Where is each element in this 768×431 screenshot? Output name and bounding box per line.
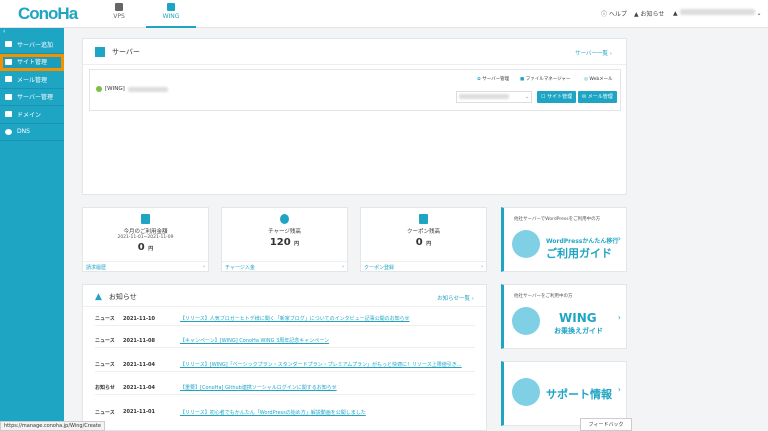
news-item: ニュース 2021-11-08 【キャンペーン】[WING] ConoHa WING… xyxy=(95,334,475,348)
server-list-link[interactable]: サーバー一覧 › xyxy=(575,49,612,57)
coupon-link[interactable]: クーポン登録 › xyxy=(361,261,486,271)
usage-card: 今月のご利用金額 2021-11-01~2021-11-09 0 円 請求履歴 › xyxy=(82,207,209,272)
dollar-icon xyxy=(280,214,289,224)
invoice-icon xyxy=(141,214,150,224)
server-title: サーバー xyxy=(95,47,140,57)
status-bar-url: https://manage.conoha.jp/Wing/Create xyxy=(0,421,105,431)
tab-wing[interactable]: WING xyxy=(146,2,196,28)
sidebar-item-add-server[interactable]: サーバー追加 xyxy=(0,36,64,54)
webmail-link[interactable]: ◎ Webメール xyxy=(584,76,613,82)
billing-history-link[interactable]: 請求履歴 › xyxy=(83,261,208,271)
server-icon xyxy=(5,93,12,100)
server-icon xyxy=(95,47,105,57)
tab-vps[interactable]: VPS xyxy=(94,2,144,20)
sidebar-item-server[interactable]: サーバー管理 xyxy=(0,89,64,106)
chevron-down-icon: ⌄ xyxy=(524,94,529,100)
server-name[interactable]: [WING] xyxy=(96,86,168,92)
conoha-logo[interactable]: ConoHa xyxy=(18,4,78,24)
server-settings-link[interactable]: ✿ サーバー管理 xyxy=(477,76,509,82)
notifications-link[interactable]: ▲ お知らせ xyxy=(634,9,664,18)
news-list-link[interactable]: お知らせ一覧 › xyxy=(437,294,474,302)
news-panel: ▲ お知らせ お知らせ一覧 › ニュース 2021-11-10 【リリース】人気ブロガ… xyxy=(82,284,487,431)
chevron-right-icon: › xyxy=(617,234,621,243)
gear-icon: ✿ xyxy=(477,77,481,82)
account-menu[interactable]: ▲ ⌄ xyxy=(673,9,761,17)
sidebar-item-domain[interactable]: ドメイン xyxy=(0,106,64,124)
sidebar-item-dns[interactable]: DNS xyxy=(0,124,64,141)
news-item: ニュース 2021-11-01 【リリース】初心者でもかんたん「WordPressの… xyxy=(95,409,366,416)
wing-switch-banner[interactable]: 他社サーバーをご利用中の方 WING お乗換えガイド › xyxy=(501,284,627,349)
wordpress-icon xyxy=(512,230,540,258)
domain-select[interactable]: ⌄ xyxy=(456,91,532,103)
news-item: ニュース 2021-11-10 【リリース】人気ブロガーヒトデ様に聞く「新家ブログ」… xyxy=(95,312,475,326)
mail-management-button[interactable]: ✉ メール管理 xyxy=(578,91,617,103)
window-icon xyxy=(5,58,12,65)
support-banner[interactable]: サポート情報 › xyxy=(501,361,627,426)
chevron-right-icon: › xyxy=(617,385,621,394)
header: ConoHa VPS WING ⓘ ヘルプ ▲ お知らせ ▲ ⌄ xyxy=(0,0,768,28)
charge-card: チャージ残高 120 円 チャージ入金 › xyxy=(221,207,348,272)
truck-icon xyxy=(512,307,540,335)
folder-icon: ■ xyxy=(520,77,525,82)
feedback-button[interactable]: フィードバック xyxy=(580,418,632,431)
mail-icon xyxy=(5,76,12,83)
server-card: [WING] ✿ サーバー管理 ■ ファイルマネージャー ◎ Webメール ⌄ … xyxy=(89,69,621,111)
server-panel: サーバー サーバー一覧 › [WING] ✿ サーバー管理 ■ ファイルマネージ… xyxy=(82,38,627,195)
news-item: ニュース 2021-11-04 【リリース】[WING]「ベーシックプラン・スタンダ… xyxy=(95,358,475,372)
coupon-card: クーポン残高 0 円 クーポン登録 › xyxy=(360,207,487,272)
vps-icon xyxy=(115,3,123,11)
sidebar-item-mail[interactable]: メール管理 xyxy=(0,71,64,89)
wing-icon xyxy=(167,3,175,11)
bell-icon: ▲ xyxy=(95,292,102,302)
account-name-redacted xyxy=(679,9,755,15)
status-icon xyxy=(96,86,102,92)
sidebar-collapse[interactable]: ‹ xyxy=(0,28,64,36)
sidebar-item-site-management[interactable]: サイト管理 xyxy=(0,53,64,71)
news-title: ▲ お知らせ xyxy=(95,292,137,302)
wordpress-migration-banner[interactable]: 他社サーバーでWordPressをご利用中の方 WordPressかんたん移行 … xyxy=(501,207,627,272)
webmail-icon: ◎ xyxy=(584,77,588,82)
globe-icon xyxy=(5,128,12,135)
book-icon xyxy=(512,378,540,406)
file-manager-link[interactable]: ■ ファイルマネージャー xyxy=(520,76,570,82)
sidebar: ‹ サーバー追加 サイト管理 メール管理 サーバー管理 ドメイン DNS xyxy=(0,28,64,431)
help-link[interactable]: ⓘ ヘルプ xyxy=(601,9,627,18)
plus-icon xyxy=(5,41,12,48)
news-item: お知らせ 2021-11-04 【重要】[ConoHa] Github連携ソーシャル… xyxy=(95,381,475,395)
charge-link[interactable]: チャージ入金 › xyxy=(222,261,347,271)
coupon-icon xyxy=(419,214,428,224)
domain-icon xyxy=(5,111,12,118)
site-management-button[interactable]: ☐ サイト管理 xyxy=(537,91,577,103)
chevron-right-icon: › xyxy=(617,313,621,322)
